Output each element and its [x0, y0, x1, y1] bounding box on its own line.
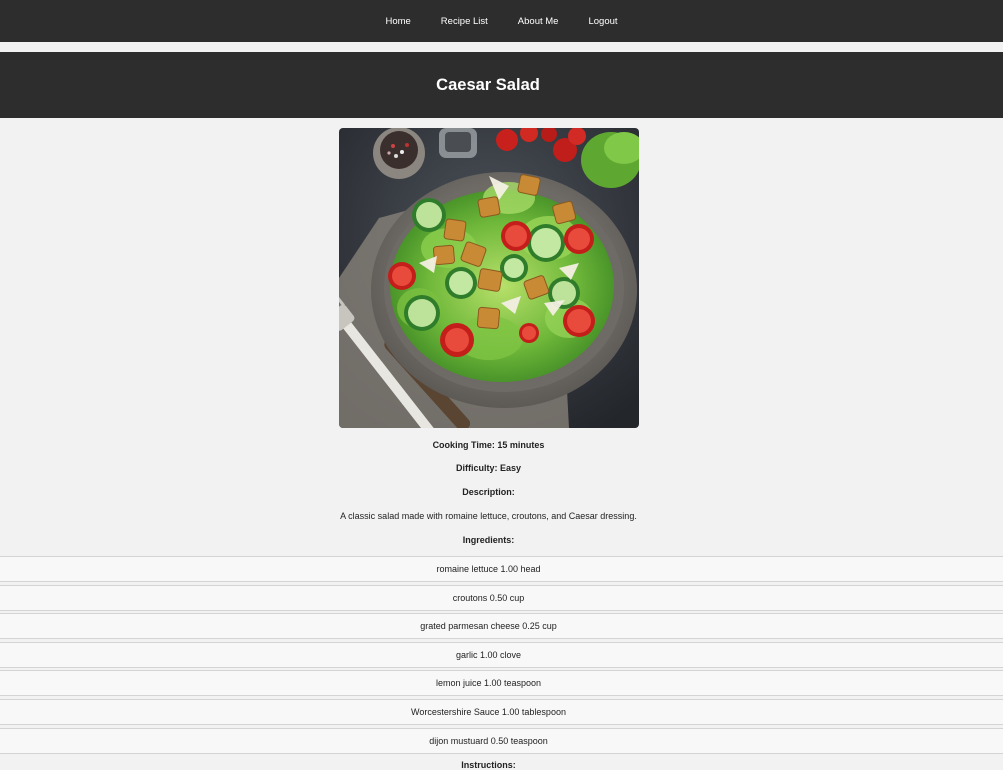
ingredient-row: dijon mustuard 0.50 teaspoon: [0, 727, 1003, 754]
ingredient-text: croutons 0.50 cup: [452, 592, 525, 603]
nav-recipe-list-link[interactable]: Recipe List: [441, 16, 488, 27]
header-gap: [0, 42, 1003, 52]
nav-logout-link[interactable]: Logout: [588, 16, 617, 27]
ingredient-row: romaine lettuce 1.00 head: [0, 556, 1003, 582]
ingredient-row: garlic 1.00 clove: [0, 641, 1003, 668]
recipe-title: Caesar Salad: [436, 75, 540, 94]
difficulty: Difficulty: Easy: [455, 463, 522, 473]
cooking-time: Cooking Time: 15 minutes: [432, 440, 545, 450]
ingredients-list: romaine lettuce 1.00 head croutons 0.50 …: [0, 556, 1003, 756]
ingredient-row: grated parmesan cheese 0.25 cup: [0, 613, 1003, 640]
ingredient-row: Worcestershire Sauce 1.00 tablespoon: [0, 698, 1003, 725]
instructions-label: Instructions:: [461, 760, 516, 770]
ingredient-text: dijon mustuard 0.50 teaspoon: [429, 735, 548, 746]
ingredient-text: Worcestershire Sauce 1.00 tablespoon: [411, 706, 566, 717]
description-text: A classic salad made with romaine lettuc…: [340, 511, 637, 521]
ingredient-row: croutons 0.50 cup: [0, 584, 1003, 611]
recipe-title-bar: Caesar Salad: [0, 52, 1003, 118]
top-navigation: Home Recipe List About Me Logout: [0, 0, 1003, 42]
nav-home-link[interactable]: Home: [385, 16, 410, 27]
ingredients-label: Ingredients:: [462, 535, 515, 545]
ingredient-text: grated parmesan cheese 0.25 cup: [420, 621, 557, 632]
nav-about-me-link[interactable]: About Me: [518, 16, 559, 27]
ingredient-text: garlic 1.00 clove: [455, 649, 522, 660]
description-label: Description:: [462, 487, 515, 497]
ingredient-text: romaine lettuce 1.00 head: [436, 564, 541, 574]
ingredient-text: lemon juice 1.00 teaspoon: [435, 678, 542, 689]
recipe-image: [339, 128, 639, 428]
ingredient-row: lemon juice 1.00 teaspoon: [0, 670, 1003, 697]
